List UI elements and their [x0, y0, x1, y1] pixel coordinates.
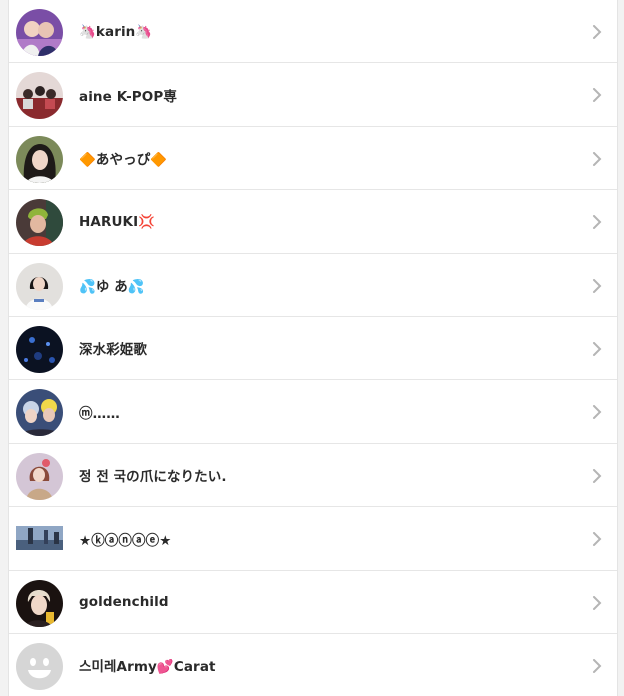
avatar	[16, 579, 63, 627]
list-item[interactable]: ★ⓚⓐⓝⓐⓔ★	[9, 507, 617, 571]
list-item[interactable]: aine K-POP専	[9, 63, 617, 127]
avatar	[16, 199, 63, 247]
list-item[interactable]: 🦄karin🦄	[9, 0, 617, 64]
chevron-right-icon	[593, 595, 602, 610]
chevron-right-icon	[593, 278, 602, 293]
chevron-right-icon	[593, 215, 602, 230]
chevron-right-icon	[593, 532, 602, 547]
list-item[interactable]: 💦ゆ あ💦	[9, 254, 617, 317]
chevron-right-icon	[593, 25, 602, 39]
contact-name: 🦄karin🦄	[79, 23, 153, 40]
contact-name: 스미레Army💕Carat	[79, 659, 216, 676]
avatar	[16, 452, 63, 500]
list-item[interactable]: goldenchild	[9, 571, 617, 634]
contact-name: goldenchild	[79, 594, 169, 611]
contact-name: 🔶あやっぴ🔶	[79, 152, 168, 169]
chevron-right-icon	[593, 88, 602, 103]
chevron-right-icon	[593, 341, 602, 356]
contact-name: HARUKI💢	[79, 213, 156, 230]
contact-name: 정 전 국の爪になりたい.	[79, 469, 227, 486]
contact-list: 🦄karin🦄 aine K-POP専 🔶あやっぴ🔶 HARUKI💢 💦ゆ あ💦…	[8, 0, 618, 696]
list-item[interactable]: 🔶あやっぴ🔶	[9, 127, 617, 191]
contact-name: 深水彩姫歌	[79, 342, 147, 359]
contact-name: ★ⓚⓐⓝⓐⓔ★	[79, 532, 172, 549]
avatar	[16, 526, 63, 551]
avatar	[16, 325, 63, 373]
contact-name: 💦ゆ あ💦	[79, 279, 145, 296]
avatar	[16, 135, 63, 183]
list-item[interactable]: 深水彩姫歌	[9, 317, 617, 381]
contact-name: aine K-POP専	[79, 88, 177, 105]
contact-name: ⓜ……	[79, 405, 120, 422]
avatar	[16, 9, 63, 56]
list-item[interactable]: 스미레Army💕Carat	[9, 634, 617, 696]
avatar	[16, 72, 63, 120]
chevron-right-icon	[593, 658, 602, 673]
chevron-right-icon	[593, 468, 602, 483]
chevron-right-icon	[593, 151, 602, 166]
list-item[interactable]: 정 전 국の爪になりたい.	[9, 444, 617, 508]
chevron-right-icon	[593, 405, 602, 420]
avatar	[16, 262, 63, 310]
list-item[interactable]: HARUKI💢	[9, 190, 617, 254]
avatar	[16, 389, 63, 437]
list-item[interactable]: ⓜ……	[9, 380, 617, 444]
default-avatar-icon	[16, 642, 63, 690]
